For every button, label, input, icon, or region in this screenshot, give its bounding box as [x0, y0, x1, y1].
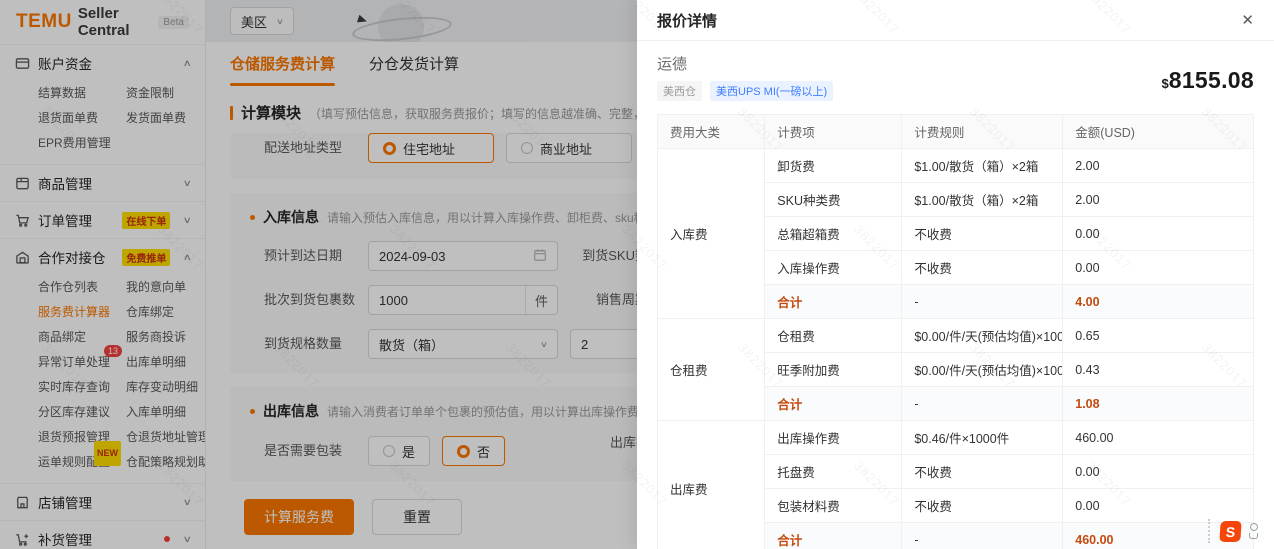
- quote-table: 费用大类 计费项 计费规则 金额(USD) 入库费 卸货费 $1.00/散货（箱…: [657, 114, 1254, 549]
- assistant-logo-icon[interactable]: S: [1219, 521, 1241, 542]
- table-row: 仓租费 仓租费 $0.00/件/天(预估均值)×1000件×40天 0.65: [658, 319, 1254, 353]
- table-row: 入库费 卸货费 $1.00/散货（箱）×2箱 2.00: [658, 149, 1254, 183]
- warehouse-tag: 美西仓: [657, 81, 702, 101]
- col-billing-rule: 计费规则: [902, 115, 1063, 149]
- table-header-row: 费用大类 计费项 计费规则 金额(USD): [658, 115, 1254, 149]
- col-billing-item: 计费项: [765, 115, 902, 149]
- total-price: $ 8155.08: [1162, 67, 1254, 94]
- fee-group-inbound: 入库费: [658, 149, 765, 319]
- total-amount: 8155.08: [1169, 67, 1254, 94]
- currency-symbol: $: [1162, 76, 1169, 91]
- drag-handle-icon[interactable]: [1208, 519, 1210, 543]
- fee-group-outbound: 出库费: [658, 421, 765, 549]
- fee-group-storage-rent: 仓租费: [658, 319, 765, 421]
- quote-detail-drawer: 报价详情 ✕ 运德 美西仓 美西UPS MI(一磅以上) $ 8155.08: [637, 0, 1274, 549]
- channel-tag: 美西UPS MI(一磅以上): [710, 81, 833, 101]
- floating-widget: S: [1208, 519, 1258, 543]
- col-fee-category: 费用大类: [658, 115, 765, 149]
- close-icon[interactable]: ✕: [1241, 13, 1254, 28]
- drawer-body: 运德 美西仓 美西UPS MI(一磅以上) $ 8155.08 费用大类 计费: [637, 41, 1274, 549]
- drawer-header: 报价详情 ✕: [637, 0, 1274, 41]
- provider-name: 运德: [657, 53, 833, 74]
- col-amount-usd: 金额(USD): [1063, 115, 1254, 149]
- minimized-widget-icon[interactable]: [1249, 523, 1258, 539]
- drawer-title: 报价详情: [657, 10, 717, 31]
- app-root: TEMU Seller Central Beta 账户资金 ∧ 结算数据 资金限…: [0, 0, 1274, 549]
- table-row: 出库费 出库操作费 $0.46/件×1000件 460.00: [658, 421, 1254, 455]
- provider-summary: 运德 美西仓 美西UPS MI(一磅以上) $ 8155.08: [657, 53, 1254, 101]
